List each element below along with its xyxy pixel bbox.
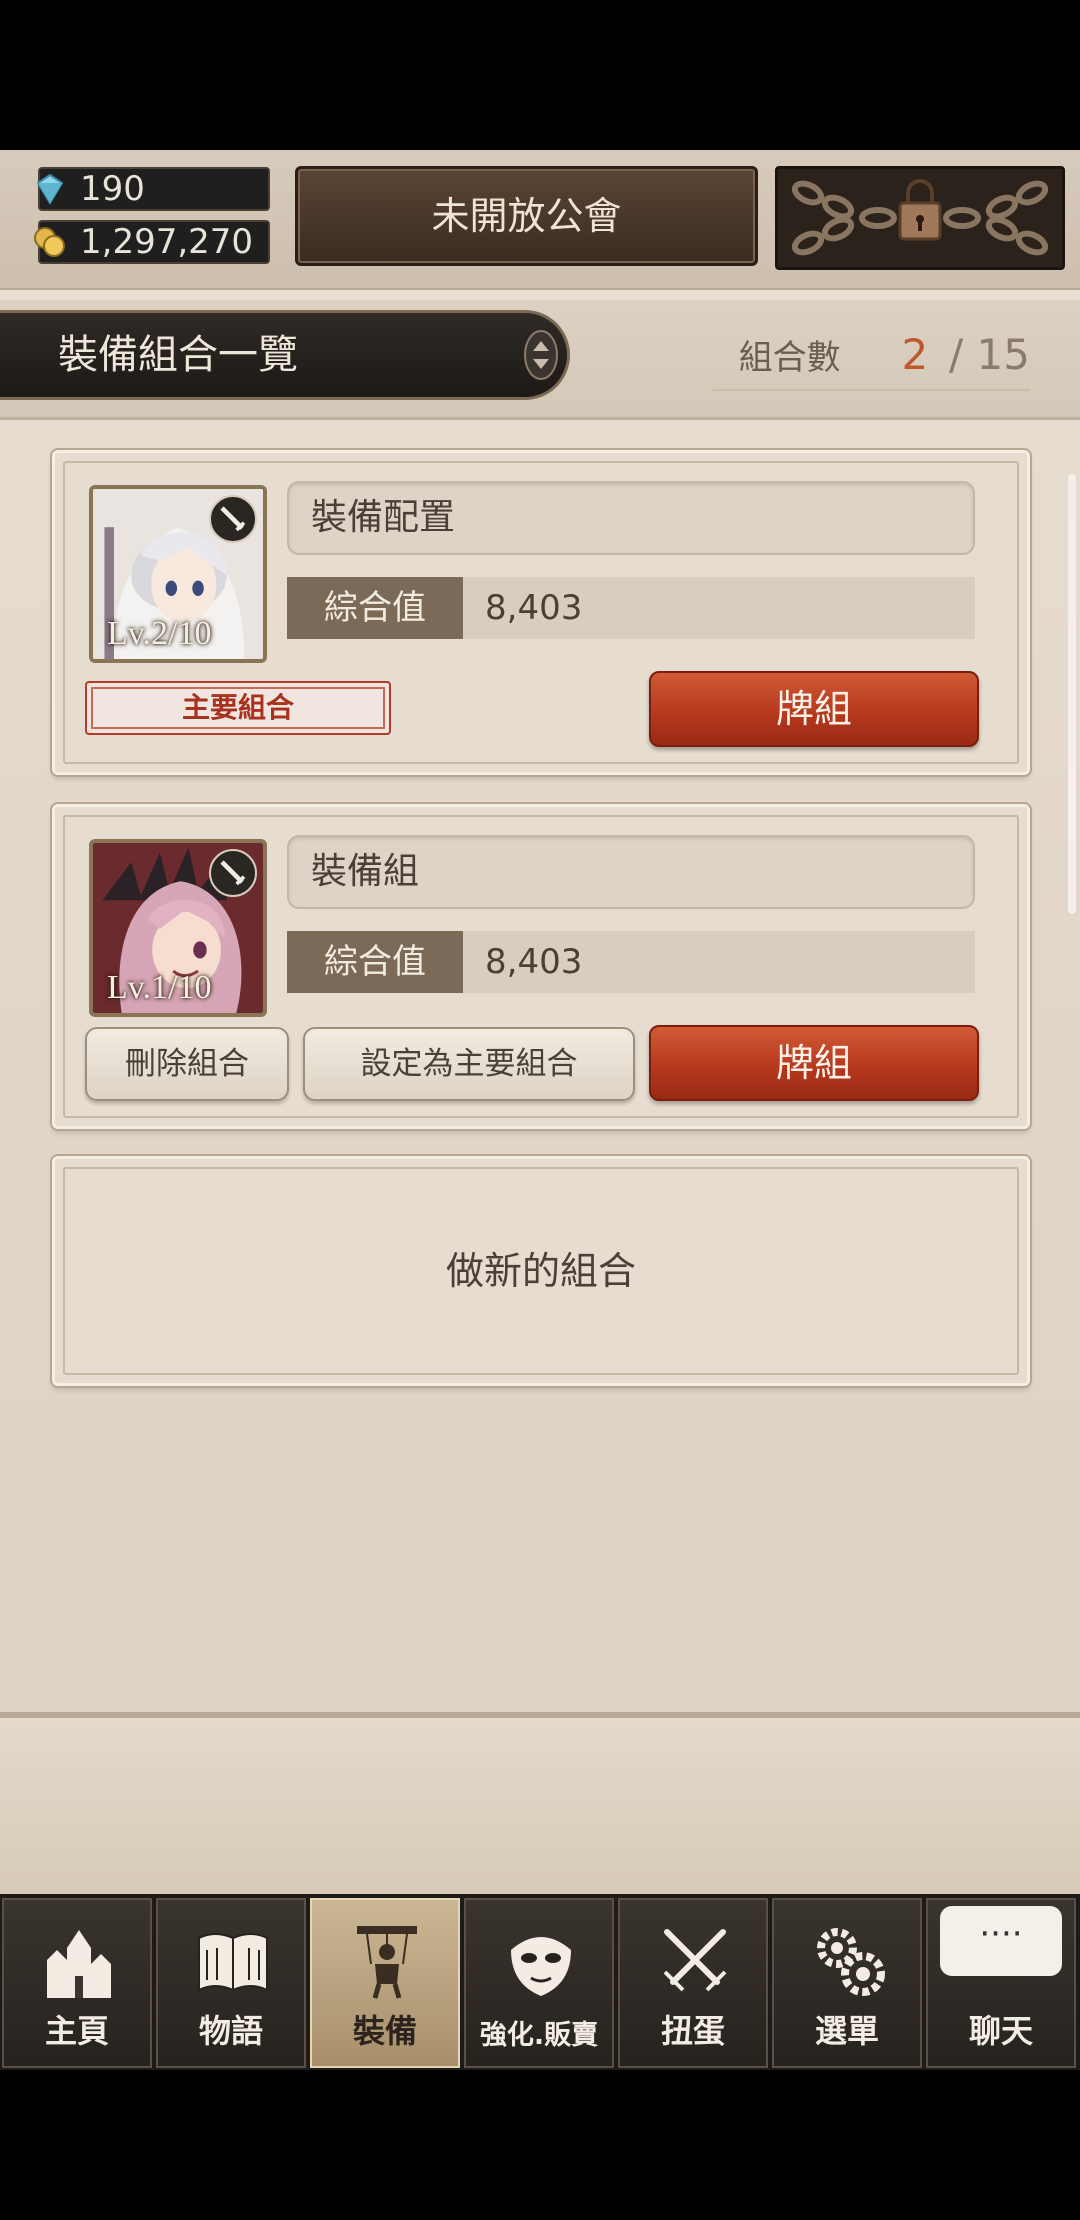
nav-tab-home[interactable]: 主頁: [2, 1898, 152, 2068]
delete-set-button[interactable]: 刪除組合: [85, 1027, 289, 1101]
deck-button[interactable]: 牌組: [649, 671, 979, 747]
gold-count: 1,297,270: [80, 222, 254, 262]
total-stat-label: 綜合值: [287, 577, 463, 639]
nav-tab-equipment[interactable]: 裝備: [310, 1898, 460, 2068]
total-stat-row: 綜合值 8,403: [287, 931, 975, 993]
guild-button[interactable]: 未開放公會: [295, 166, 758, 266]
set-count-current: 2: [901, 330, 929, 379]
character-portrait[interactable]: Lv.1/10: [89, 839, 267, 1017]
gold-coins-icon: [34, 227, 65, 257]
locked-feature-button[interactable]: [775, 166, 1065, 270]
background-panel: [0, 1718, 1080, 1894]
deck-button[interactable]: 牌組: [649, 1025, 979, 1101]
set-count: 組合數 2 / 15: [712, 330, 1030, 391]
chain-lock-icon: [791, 179, 1049, 256]
equipment-set-card: Lv.1/10 裝備組 綜合值 8,403 刪除組合 設定為主要組合 牌組: [52, 804, 1030, 1129]
level-label: Lv.2/10: [107, 615, 212, 652]
equipment-set-screen: 190 1,297,270 未開放公會 裝備組合一覽 組合數 2 / 15 Lv…: [0, 150, 1080, 2070]
page-title: 裝備組合一覽: [58, 332, 298, 378]
total-stat-label: 綜合值: [287, 931, 463, 993]
new-set-card[interactable]: 做新的組合: [52, 1156, 1030, 1386]
nav-tab-gacha[interactable]: 扭蛋: [618, 1898, 768, 2068]
set-list-title-tab[interactable]: 裝備組合一覽: [0, 310, 570, 400]
set-name-field[interactable]: 裝備組: [287, 835, 975, 909]
character-portrait[interactable]: Lv.2/10: [89, 485, 267, 663]
total-stat-row: 綜合值 8,403: [287, 577, 975, 639]
set-count-max: / 15: [949, 330, 1030, 379]
new-set-label: 做新的組合: [445, 1249, 636, 1293]
chat-icon: ····: [940, 1906, 1062, 1976]
set-count-label: 組合數: [738, 338, 841, 378]
mask-icon: [511, 1937, 571, 1996]
gem-count: 190: [80, 169, 145, 209]
total-stat-value: 8,403: [485, 588, 583, 628]
gold-counter: 1,297,270: [34, 220, 270, 264]
nav-tab-enhance-sell[interactable]: 強化.販賣: [464, 1898, 614, 2068]
level-label: Lv.1/10: [107, 969, 212, 1006]
scrollbar[interactable]: [1068, 474, 1076, 914]
main-set-badge: 主要組合: [85, 681, 391, 735]
puppet-icon: [357, 1926, 417, 1999]
gears-icon: [817, 1928, 885, 1996]
sort-toggle-icon[interactable]: [521, 327, 561, 383]
list-header: 裝備組合一覽 組合數 2 / 15: [0, 300, 1080, 420]
equipment-set-card: Lv.2/10 裝備配置 綜合值 8,403 主要組合 牌組: [52, 450, 1030, 775]
nav-tab-menu[interactable]: 選單: [772, 1898, 922, 2068]
total-stat-value: 8,403: [485, 942, 583, 982]
weapon-type-icon: [209, 849, 257, 897]
gem-icon: [36, 173, 64, 205]
set-as-main-button[interactable]: 設定為主要組合: [303, 1027, 635, 1101]
weapon-type-icon: [209, 495, 257, 543]
set-name-field[interactable]: 裝備配置: [287, 481, 975, 555]
nav-tab-story[interactable]: 物語: [156, 1898, 306, 2068]
nav-tab-chat[interactable]: ···· 聊天: [926, 1898, 1076, 2068]
top-bar: 190 1,297,270 未開放公會: [0, 150, 1080, 290]
swords-icon: [663, 1929, 727, 1992]
book-icon: [198, 1933, 268, 1992]
castle-icon: [47, 1930, 111, 1998]
gem-counter: 190: [36, 167, 270, 211]
bottom-nav: 主頁 物語 裝備 強化.販賣 扭蛋 選單 ···· 聊天: [0, 1894, 1080, 2070]
